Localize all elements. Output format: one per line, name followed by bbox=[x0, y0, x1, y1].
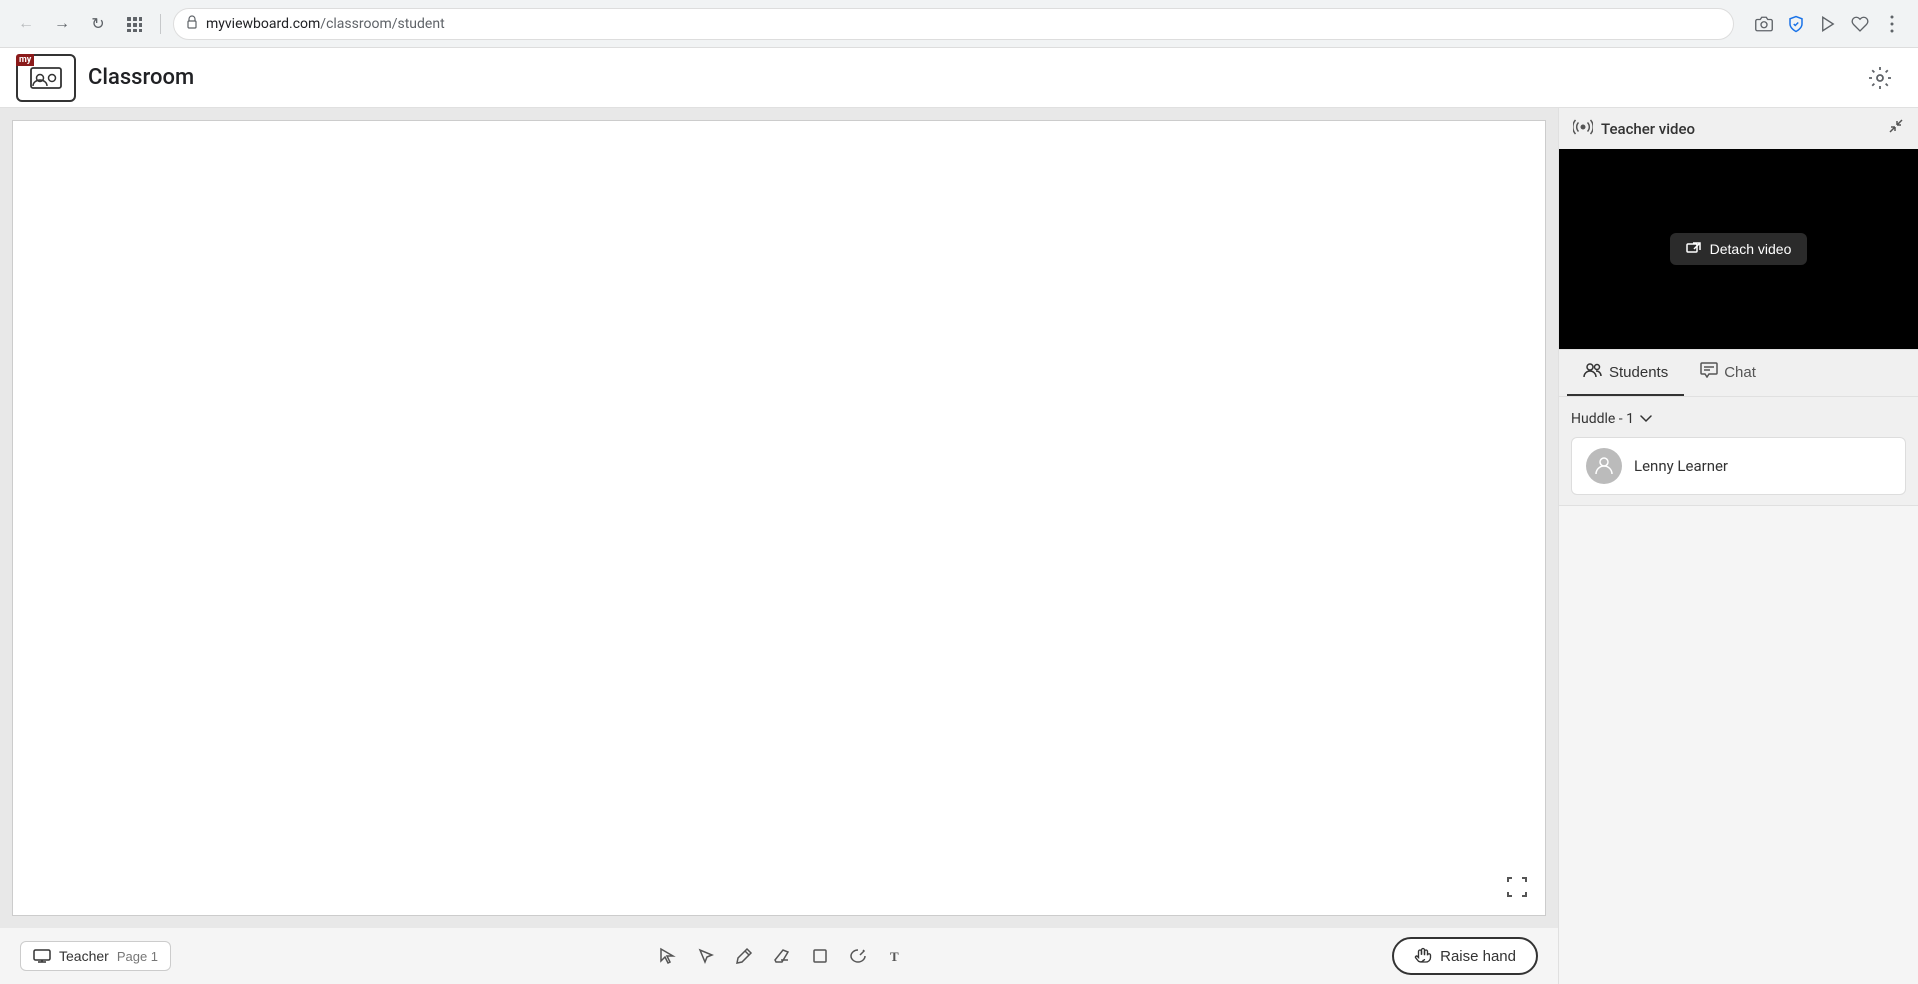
teacher-label: Teacher bbox=[59, 948, 109, 964]
more-button[interactable] bbox=[1878, 10, 1906, 38]
raise-hand-button[interactable]: Raise hand bbox=[1392, 937, 1538, 975]
app-header-right bbox=[1858, 56, 1902, 100]
canvas-area bbox=[0, 108, 1558, 928]
teacher-video-title: Teacher video bbox=[1573, 119, 1695, 139]
canvas-column: Teacher Page 1 bbox=[0, 108, 1558, 984]
move-tool-button[interactable] bbox=[650, 938, 686, 974]
fullscreen-button[interactable] bbox=[1501, 871, 1533, 903]
select-tool-button[interactable] bbox=[688, 938, 724, 974]
forward-button[interactable]: → bbox=[48, 10, 76, 38]
monitor-icon bbox=[33, 949, 51, 963]
teacher-video-feed: Detach video bbox=[1559, 149, 1918, 349]
page-label: Page 1 bbox=[117, 949, 158, 964]
eraser-tool-button[interactable] bbox=[764, 938, 800, 974]
svg-text:T: T bbox=[890, 949, 899, 964]
student-avatar bbox=[1586, 448, 1622, 484]
tabs-section: Students Chat Huddle - 1 bbox=[1559, 350, 1918, 506]
right-panel: Teacher video Detach video bbox=[1558, 108, 1918, 984]
back-button[interactable]: ← bbox=[12, 10, 40, 38]
lasso-tool-button[interactable] bbox=[840, 938, 876, 974]
canvas-whiteboard bbox=[12, 120, 1546, 916]
minimize-video-button[interactable] bbox=[1888, 118, 1904, 139]
students-content: Huddle - 1 Lenny Learner bbox=[1559, 397, 1918, 505]
pen-icon bbox=[735, 947, 753, 965]
address-text: myviewboard.com/classroom/student bbox=[206, 16, 445, 32]
chat-tab-icon bbox=[1700, 362, 1718, 382]
teacher-video-label: Teacher video bbox=[1601, 120, 1695, 138]
bottom-right: Raise hand bbox=[1392, 937, 1538, 975]
chat-tab-label: Chat bbox=[1724, 364, 1756, 381]
lasso-icon bbox=[849, 947, 867, 965]
video-broadcast-icon bbox=[1573, 119, 1593, 139]
reload-button[interactable]: ↻ bbox=[84, 10, 112, 38]
app-header-left: my Classroom bbox=[16, 54, 194, 102]
heart-button[interactable] bbox=[1846, 10, 1874, 38]
main-layout: Teacher Page 1 bbox=[0, 108, 1918, 984]
student-item: Lenny Learner bbox=[1571, 437, 1906, 495]
shield-button[interactable] bbox=[1782, 10, 1810, 38]
huddle-label: Huddle - 1 bbox=[1571, 411, 1634, 427]
detach-video-button[interactable]: Detach video bbox=[1670, 233, 1808, 265]
tab-chat[interactable]: Chat bbox=[1684, 350, 1772, 396]
students-tab-icon bbox=[1583, 362, 1603, 382]
tab-students[interactable]: Students bbox=[1567, 350, 1684, 396]
students-tab-label: Students bbox=[1609, 364, 1668, 381]
lock-icon bbox=[186, 15, 198, 33]
select-icon bbox=[697, 947, 715, 965]
logo-my-badge: my bbox=[16, 54, 34, 66]
browser-actions bbox=[1750, 10, 1906, 38]
tabs-header: Students Chat bbox=[1559, 350, 1918, 397]
raise-hand-icon bbox=[1414, 947, 1432, 965]
text-tool-button[interactable]: T bbox=[878, 938, 914, 974]
text-icon: T bbox=[887, 947, 905, 965]
screenshot-button[interactable] bbox=[1750, 10, 1778, 38]
shape-icon bbox=[811, 947, 829, 965]
settings-button[interactable] bbox=[1858, 56, 1902, 100]
address-bar[interactable]: myviewboard.com/classroom/student bbox=[173, 8, 1734, 40]
shape-tool-button[interactable] bbox=[802, 938, 838, 974]
chevron-down-icon bbox=[1640, 415, 1652, 423]
pen-tool-button[interactable] bbox=[726, 938, 762, 974]
student-name: Lenny Learner bbox=[1634, 457, 1728, 475]
huddle-selector[interactable]: Huddle - 1 bbox=[1571, 407, 1906, 437]
apps-button[interactable] bbox=[120, 10, 148, 38]
run-button[interactable] bbox=[1814, 10, 1842, 38]
teacher-video-section: Teacher video Detach video bbox=[1559, 108, 1918, 350]
bottom-toolbar: Teacher Page 1 bbox=[0, 928, 1558, 984]
teacher-page-button[interactable]: Teacher Page 1 bbox=[20, 941, 171, 971]
app-logo: my bbox=[16, 54, 76, 102]
move-icon bbox=[659, 947, 677, 965]
divider bbox=[160, 14, 161, 34]
teacher-video-header: Teacher video bbox=[1559, 108, 1918, 149]
logo-classroom-icon bbox=[29, 64, 63, 92]
eraser-icon bbox=[773, 947, 791, 965]
browser-chrome: ← → ↻ myviewboard.com/classroom/student bbox=[0, 0, 1918, 48]
detach-icon bbox=[1686, 241, 1702, 257]
app-header: my Classroom bbox=[0, 48, 1918, 108]
bottom-left: Teacher Page 1 bbox=[20, 941, 171, 971]
detach-video-label: Detach video bbox=[1710, 241, 1792, 257]
drawing-tools: T bbox=[650, 938, 914, 974]
raise-hand-label: Raise hand bbox=[1440, 948, 1516, 965]
page-title: Classroom bbox=[88, 65, 194, 90]
